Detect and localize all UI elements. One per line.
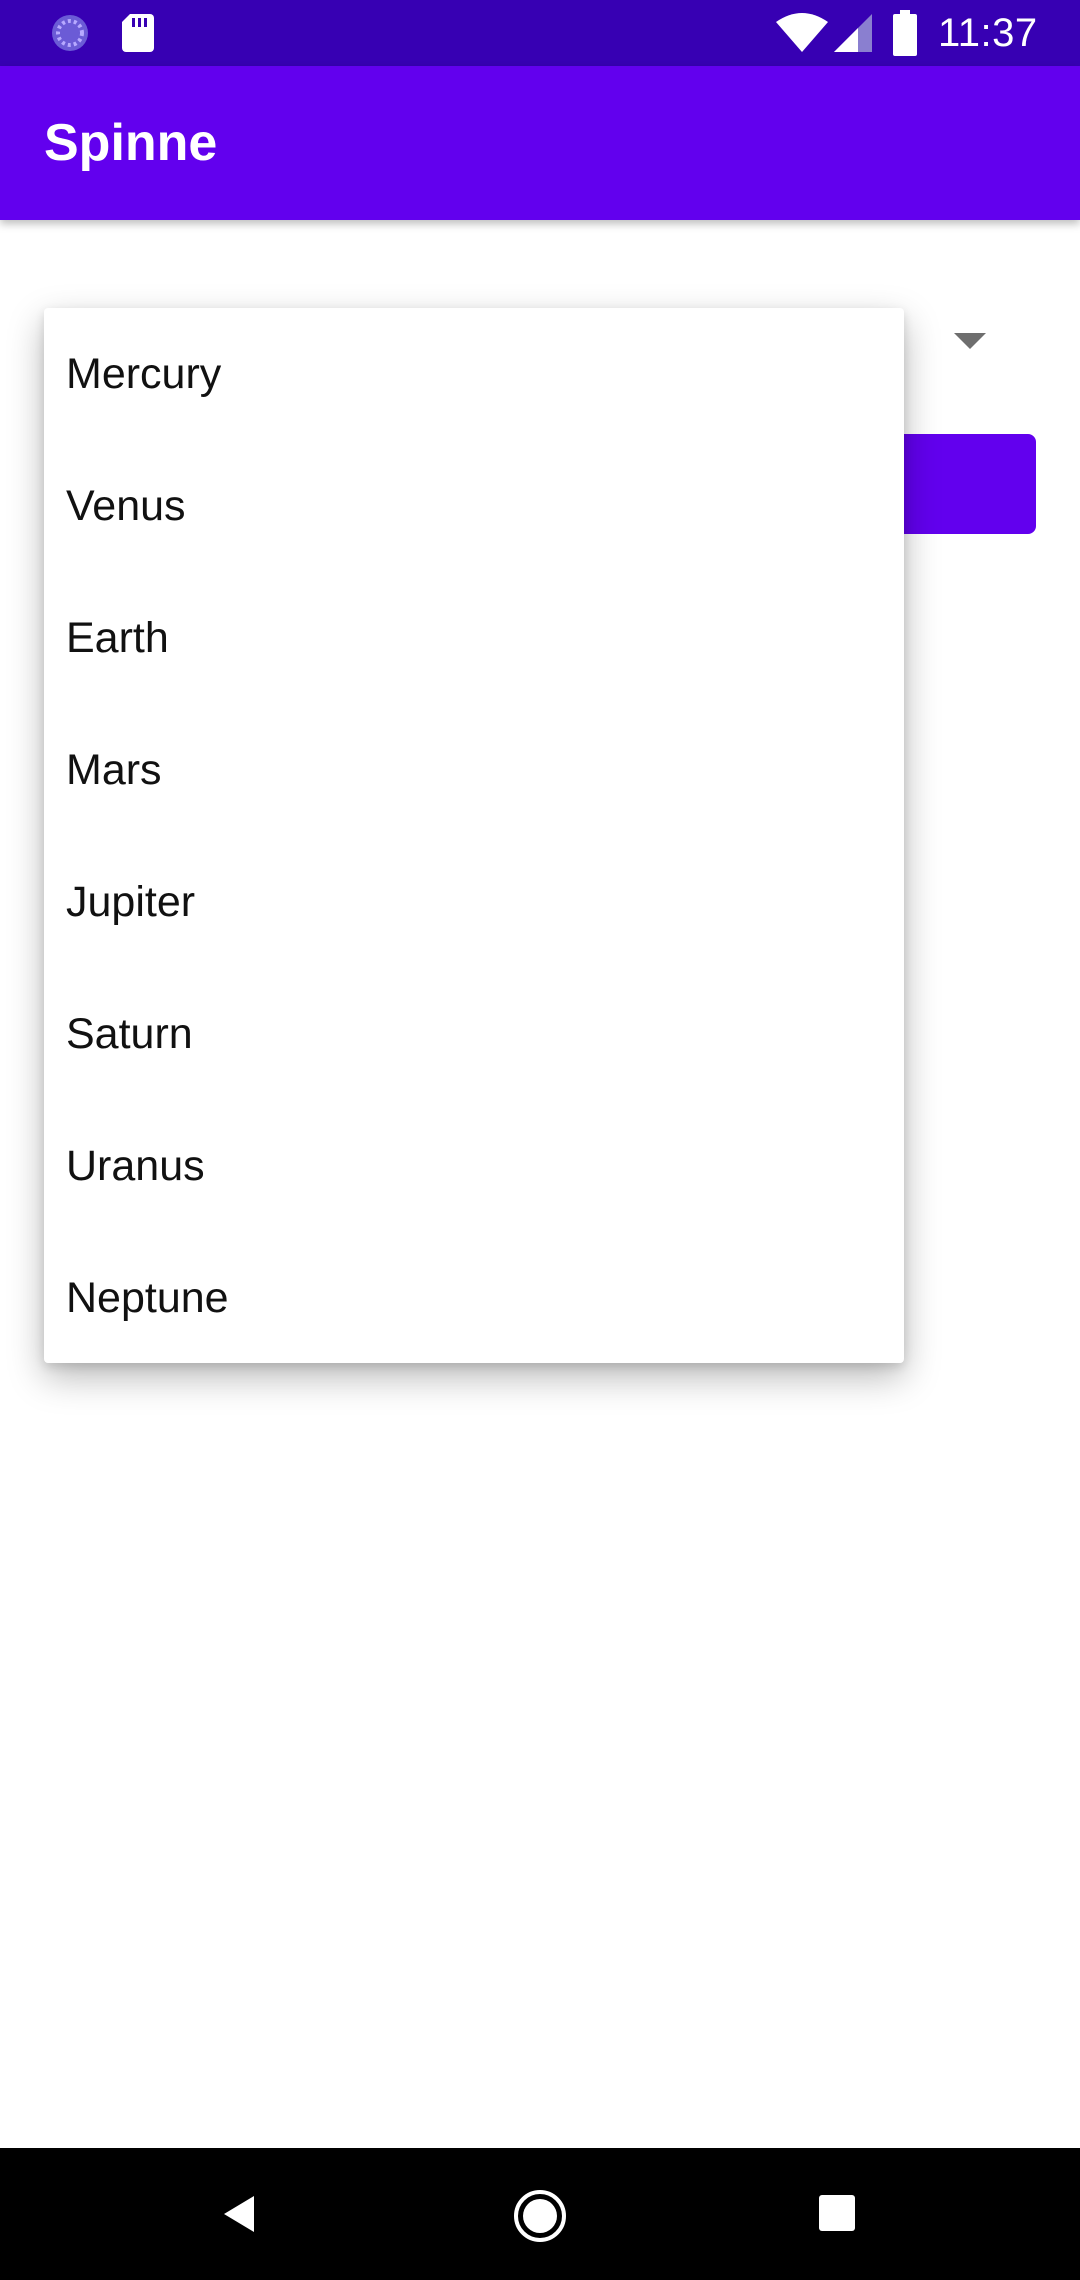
wifi-icon [776,13,828,52]
battery-icon [893,10,917,56]
dropdown-arrow-icon[interactable] [954,333,986,351]
dropdown-item-mars[interactable]: Mars [44,704,904,836]
back-icon[interactable] [218,2190,266,2238]
loader-icon [52,15,88,51]
app-bar: Spinne [0,66,1080,220]
dropdown-item-mercury[interactable]: Mercury [44,308,904,440]
dropdown-item-earth[interactable]: Earth [44,572,904,704]
home-icon[interactable] [512,2188,568,2244]
dropdown-item-uranus[interactable]: Uranus [44,1100,904,1232]
status-time: 11:37 [938,11,1038,55]
recents-icon[interactable] [818,2194,856,2232]
spinner-dropdown: Mercury Venus Earth Mars Jupiter Saturn … [44,308,904,1363]
dropdown-item-venus[interactable]: Venus [44,440,904,572]
sd-card-icon [122,14,154,52]
cell-signal-icon [834,14,872,52]
app-title: Spinne [44,114,218,172]
dropdown-item-saturn[interactable]: Saturn [44,968,904,1100]
dropdown-item-neptune[interactable]: Neptune [44,1232,904,1364]
dropdown-item-jupiter[interactable]: Jupiter [44,836,904,968]
navigation-bar [0,2148,1080,2280]
status-bar: 11:37 [0,0,1080,66]
